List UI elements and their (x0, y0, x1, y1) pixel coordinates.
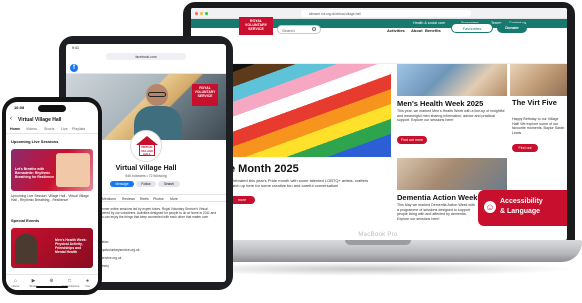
search-button[interactable]: Search (158, 181, 180, 187)
card-image (510, 64, 567, 96)
thumbnail-photo (15, 234, 37, 264)
message-button[interactable]: Message (110, 181, 134, 187)
section-special-events: Special Events (11, 218, 40, 223)
profile-picture[interactable]: VIRTUAL VILLAGE HALL (130, 130, 162, 162)
address-bar[interactable]: sitecare.rvs.org.uk/virtual-village-hall (301, 10, 471, 17)
logo-line: SERVICE (248, 27, 264, 31)
card-title: The Virt Five (512, 98, 557, 107)
nav-label: Home (11, 284, 20, 288)
tab-reels[interactable]: Reels (140, 197, 149, 201)
home-indicator (36, 286, 68, 288)
hero-title: e Month 2025 (229, 163, 299, 175)
card-button[interactable]: Find out more (397, 136, 427, 144)
nav-activities[interactable]: Activities (387, 28, 405, 33)
card-text: This year, we marked Men's Health Week w… (397, 109, 505, 123)
thumbnail-text: Let's Breathe with Bernadette: Rhythmic … (15, 167, 55, 179)
card-image (397, 64, 507, 96)
tablet-address-bar[interactable]: facebook.com (106, 53, 186, 60)
nav-create[interactable]: ⊕ (44, 278, 59, 284)
accessibility-language-button[interactable]: ☺ Accessibility & Language (478, 190, 567, 226)
live-session-thumbnail[interactable]: Let's Breathe with Bernadette: Rhythmic … (11, 149, 93, 191)
card-button[interactable]: Find out (512, 144, 538, 152)
minimize-window-icon[interactable] (200, 12, 203, 15)
phone-screen: 16:08 ‹ Virtual Village Hall Home Videos… (6, 102, 98, 290)
card-title: Men's Health Week 2025 (397, 99, 484, 108)
tab-mentions[interactable]: Mentions (102, 197, 116, 201)
plus-icon: ⊕ (49, 278, 54, 284)
topbar-link-health[interactable]: Health & social care (413, 21, 445, 25)
profile-line: HALL (143, 152, 151, 156)
site-logo[interactable]: ROYAL VOLUNTARY SERVICE (239, 17, 273, 35)
tab-shorts[interactable]: Shorts (44, 127, 54, 131)
tab-reviews[interactable]: Reviews (122, 197, 135, 201)
donate-button[interactable]: Donate (497, 23, 527, 33)
maximize-window-icon[interactable] (205, 12, 208, 15)
card-birthday[interactable]: The Virt Five Happy Birthday to our Vill… (510, 64, 567, 156)
house-body-icon: VIRTUAL VILLAGE HALL (139, 144, 155, 156)
video-caption[interactable]: Upcoming Live Session: Village Hall - Vi… (11, 194, 93, 202)
card-mens-health[interactable]: Men's Health Week 2025 This year, we mar… (397, 64, 507, 156)
phone-status-time: 16:08 (14, 105, 25, 110)
badge-line: SERVICE (197, 94, 213, 98)
tab-videos[interactable]: Videos (26, 127, 37, 131)
dynamic-island (38, 105, 66, 112)
nav-home[interactable]: ⌂ Home (8, 278, 23, 288)
card-text: Happy Birthday to our Village Hall! We e… (512, 117, 565, 135)
special-event-thumbnail[interactable]: Men's Health Week: Physical Activity, Fr… (11, 228, 93, 268)
back-arrow-icon[interactable]: ‹ (10, 116, 12, 122)
thumbnail-text: Men's Health Week: Physical Activity, Fr… (55, 238, 87, 254)
card-text: This May we marked Dementia Action Week … (397, 203, 475, 221)
hero-text: celebrated this year's Pride month with … (229, 178, 369, 188)
facebook-logo-icon[interactable]: f (70, 64, 78, 72)
channel-tabs: Home Videos Shorts Live Playlists (6, 126, 98, 134)
laptop-screen: sitecare.rvs.org.uk/virtual-village-hall… (191, 8, 567, 240)
laptop-notch (345, 240, 411, 245)
tablet-status-time: 9:41 (72, 46, 79, 50)
accessibility-label: Accessibility (500, 198, 543, 205)
cover-person-glasses (148, 92, 166, 97)
language-label: & Language (500, 208, 541, 215)
tab-home[interactable]: Home (10, 127, 20, 131)
rvs-badge: ROYAL VOLUNTARY SERVICE (192, 84, 218, 106)
facebook-navbar: f (66, 62, 226, 74)
tab-live[interactable]: Live (61, 127, 68, 131)
accessibility-icon: ☺ (484, 201, 496, 213)
card-image (397, 158, 507, 190)
tab-photos[interactable]: Photos (153, 197, 164, 201)
follow-button[interactable]: Follow (136, 181, 156, 187)
card-title: Dementia Action Week (397, 193, 478, 202)
nav-you[interactable]: ● You (80, 278, 95, 288)
laptop-model-label: MacBook Pro (358, 232, 398, 238)
search-icon[interactable] (312, 27, 316, 31)
tab-more[interactable]: More (170, 197, 178, 201)
tab-playlists[interactable]: Playlists (72, 127, 85, 131)
nav-benefits[interactable]: Benefits (425, 28, 441, 33)
nav-about[interactable]: About (411, 28, 423, 33)
thumbnail-photo (56, 153, 90, 187)
channel-title: Virtual Village Hall (18, 117, 62, 123)
section-live-sessions: Upcoming Live Sessions (11, 139, 59, 144)
close-window-icon[interactable] (195, 12, 198, 15)
favourites-button[interactable]: Favourites (451, 23, 493, 33)
nav-label: You (85, 284, 90, 288)
channel-header: ‹ Virtual Village Hall (6, 114, 98, 126)
